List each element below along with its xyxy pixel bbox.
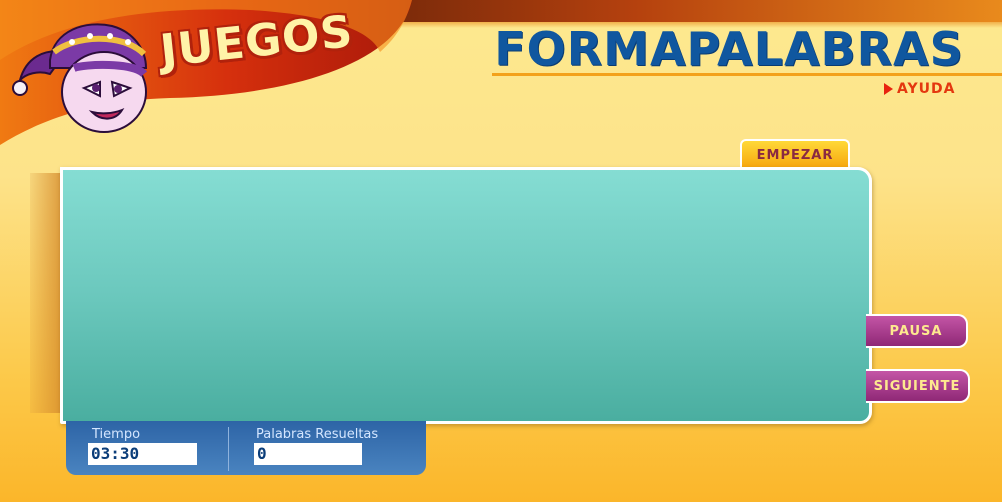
status-divider [228, 427, 229, 471]
pause-button[interactable]: PAUSA [866, 314, 968, 348]
status-bar: Tiempo 03:30 Palabras Resueltas 0 [66, 421, 426, 475]
next-button[interactable]: SIGUIENTE [866, 369, 970, 403]
next-button-label: SIGUIENTE [873, 378, 961, 394]
time-field: 03:30 [88, 443, 197, 465]
jester-mascot-icon [12, 23, 148, 133]
game-title: FORMAPALABRAS [494, 22, 964, 76]
pause-button-label: PAUSA [889, 323, 943, 339]
help-label: AYUDA [897, 81, 956, 97]
game-board[interactable] [60, 167, 872, 424]
triangle-right-icon [884, 83, 893, 95]
start-button[interactable]: EMPEZAR [740, 139, 850, 170]
game-stage: JUEGOS FORMAPALABRAS AYUDA EMPEZAR PAUSA… [0, 0, 1002, 502]
start-button-label: EMPEZAR [756, 148, 834, 163]
time-label: Tiempo [92, 427, 141, 442]
help-link[interactable]: AYUDA [884, 81, 955, 97]
top-strip [390, 0, 1002, 22]
solved-field: 0 [254, 443, 362, 465]
title-underline [492, 73, 1002, 76]
solved-label: Palabras Resueltas [256, 427, 379, 442]
